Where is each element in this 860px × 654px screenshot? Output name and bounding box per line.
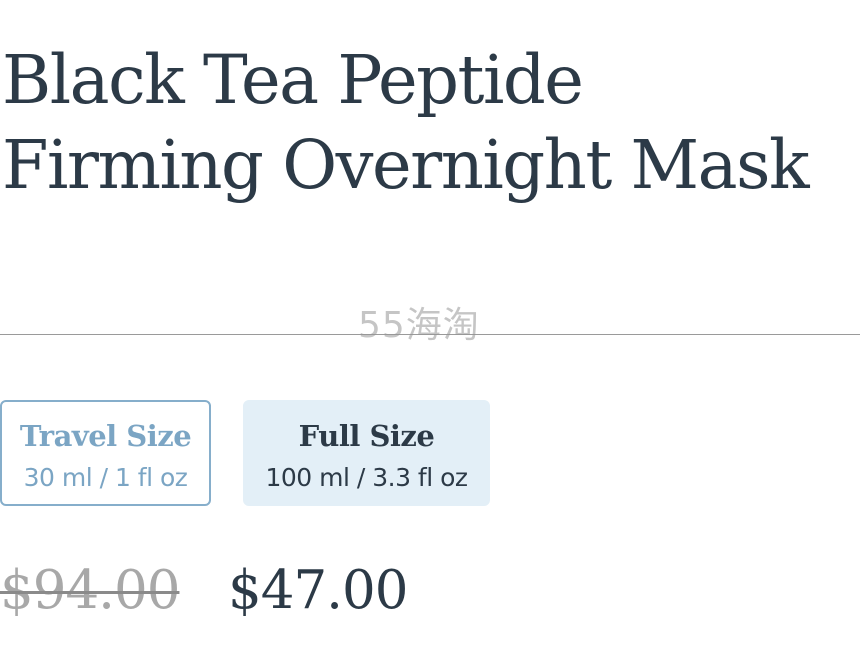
- product-page: Black Tea Peptide Firming Overnight Mask…: [0, 0, 860, 654]
- size-option-travel[interactable]: Travel Size 30 ml / 1 fl oz: [0, 400, 211, 506]
- original-price: $94.00: [0, 560, 180, 621]
- size-option-name: Full Size: [298, 419, 435, 453]
- size-option-full[interactable]: Full Size 100 ml / 3.3 fl oz: [243, 400, 490, 506]
- sale-price: $47.00: [228, 560, 408, 621]
- product-title: Black Tea Peptide Firming Overnight Mask: [2, 41, 810, 204]
- size-option-volume: 100 ml / 3.3 fl oz: [265, 463, 468, 492]
- size-option-name: Travel Size: [19, 419, 192, 453]
- size-option-volume: 30 ml / 1 fl oz: [23, 463, 188, 492]
- watermark-logo: 55海淘: [358, 305, 480, 346]
